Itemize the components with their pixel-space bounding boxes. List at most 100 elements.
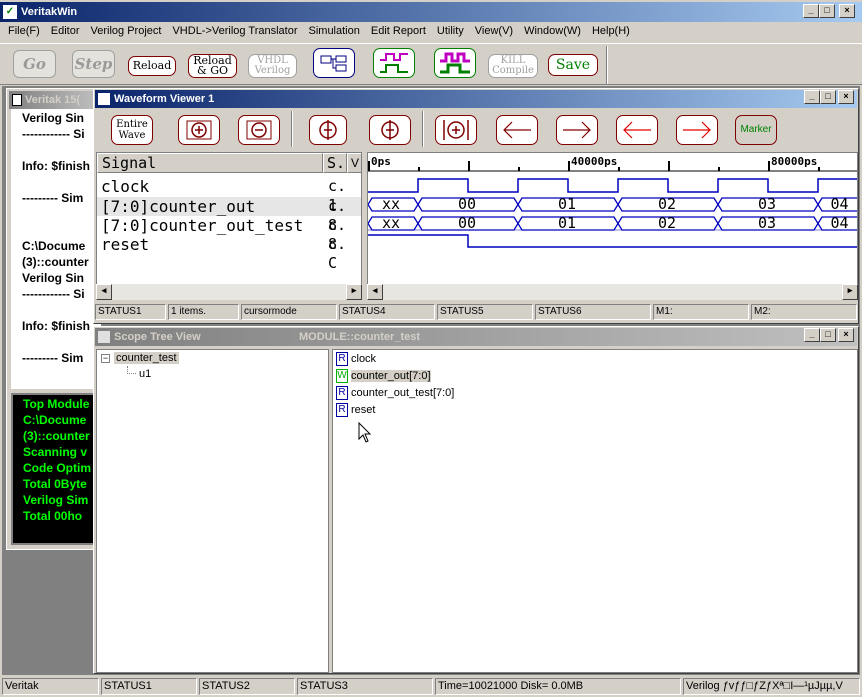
bus-value: 04	[830, 214, 849, 232]
signal-row-counter-out[interactable]: [7:0]counter_out	[101, 197, 255, 216]
status-2: STATUS2	[199, 678, 295, 695]
menu-editor[interactable]: Editor	[51, 25, 80, 41]
wave-scroll-left-button[interactable]: ◂	[367, 284, 383, 300]
go-button[interactable]: Go	[13, 50, 56, 78]
port-item-counter-out-test[interactable]: R counter_out_test[7:0]	[336, 386, 454, 400]
console-line: Total 00ho	[23, 509, 83, 523]
scope-close-button[interactable]: ×	[838, 328, 854, 342]
scroll-left-button[interactable]: ◂	[96, 284, 112, 300]
waveform-color-button[interactable]	[434, 48, 476, 78]
bus-value: 04	[830, 195, 849, 213]
port-name: counter_out_test[7:0]	[351, 387, 455, 399]
step-button[interactable]: Step	[72, 50, 115, 78]
scope-title: Scope Tree View	[114, 331, 201, 343]
waveform-title: Waveform Viewer 1	[114, 93, 215, 105]
vhdl-verilog-button[interactable]: VHDL Verilog	[248, 54, 297, 78]
menu-utility[interactable]: Utility	[437, 25, 464, 41]
app-logo-icon: ✓	[3, 5, 17, 19]
marker-button[interactable]: Marker	[735, 115, 777, 145]
port-item-counter-out[interactable]: W counter_out[7:0]	[336, 369, 431, 383]
tree-node-counter-test[interactable]: − counter_test	[101, 352, 179, 364]
status-3: STATUS3	[297, 678, 433, 695]
s-header[interactable]: S.	[323, 153, 347, 173]
waveform-button[interactable]	[373, 48, 415, 78]
time-label: 40000ps	[571, 155, 618, 168]
hierarchy-button[interactable]	[313, 48, 355, 78]
waveform-minimize-button[interactable]: _	[804, 90, 820, 104]
signal-hscrollbar[interactable]: ◂ ▸	[96, 284, 362, 300]
tree-node-u1[interactable]: u1	[139, 368, 151, 380]
cursor-left-button[interactable]	[496, 115, 538, 145]
console-titlebar: Veritak 15(	[9, 91, 98, 109]
waveform-maximize-button[interactable]: □	[820, 90, 836, 104]
reg-badge: R	[336, 386, 348, 400]
bus-value: 00	[458, 214, 477, 232]
waveform-titlebar: Waveform Viewer 1 _ □ ×	[95, 90, 857, 108]
log-line: Verilog Sin	[22, 111, 85, 125]
wave-scroll-right-button[interactable]: ▸	[842, 284, 858, 300]
zoom-in-button[interactable]	[178, 115, 220, 145]
console-line: Verilog Sim	[23, 493, 89, 507]
close-button[interactable]: ×	[839, 4, 855, 18]
arrow-right-icon	[563, 121, 591, 139]
scope-minimize-button[interactable]: _	[804, 328, 820, 342]
menu-verilog-project[interactable]: Verilog Project	[91, 25, 162, 41]
kill-compile-button[interactable]: KILL Compile	[488, 54, 538, 78]
zoom-fit-icon	[443, 120, 469, 140]
console-line: Total 0Byte	[23, 477, 87, 491]
signal-header[interactable]: Signal	[97, 153, 323, 173]
menu-edit-report[interactable]: Edit Report	[371, 25, 426, 41]
zoom-out-cursor-button[interactable]	[369, 115, 411, 145]
bus-value: 03	[758, 214, 777, 232]
maximize-button[interactable]: □	[819, 4, 835, 18]
signal-row-reset[interactable]: reset	[101, 235, 149, 254]
marker-right-button[interactable]	[676, 115, 718, 145]
hierarchy-icon	[320, 55, 347, 72]
collapse-icon[interactable]: −	[101, 353, 110, 363]
save-button[interactable]: Save	[548, 54, 598, 76]
v-header[interactable]: V	[347, 153, 361, 173]
status-app: Veritak	[2, 678, 99, 695]
entire-wave-button[interactable]: Entire Wave	[111, 115, 153, 145]
console-line: C:\Docume	[23, 413, 87, 427]
bus-value: 02	[658, 214, 677, 232]
app-statusbar: Veritak STATUS1 STATUS2 STATUS3 Time=100…	[0, 677, 862, 697]
tree-node-label: counter_test	[114, 352, 179, 364]
port-item-clock[interactable]: R clock	[336, 352, 376, 366]
signal-type: c. 8	[328, 197, 347, 234]
menu-view[interactable]: View(V)	[475, 25, 513, 41]
log-line: Info: $finish	[22, 159, 90, 173]
wave-status-1: STATUS1	[95, 304, 166, 320]
scope-ports-pane: R clock W counter_out[7:0] R counter_out…	[332, 349, 858, 673]
wave-svg	[368, 161, 857, 248]
wave-status-6: STATUS6	[535, 304, 651, 320]
menu-vhdl-translator[interactable]: VHDL->Verilog Translator	[172, 25, 297, 41]
reload-go-button[interactable]: Reload & GO	[188, 54, 237, 78]
console-window: Veritak 15( Verilog Sin ------------ Si …	[6, 88, 101, 550]
reload-button[interactable]: Reload	[128, 56, 176, 76]
cursor-right-button[interactable]	[556, 115, 598, 145]
scroll-right-button[interactable]: ▸	[346, 284, 362, 300]
time-label: 0ps	[371, 155, 391, 168]
log-line: --------- Sim	[22, 191, 84, 205]
minimize-button[interactable]: _	[803, 4, 819, 18]
marker-left-button[interactable]	[616, 115, 658, 145]
signal-row-clock[interactable]: clock	[101, 177, 149, 196]
zoom-fit-button[interactable]	[435, 115, 477, 145]
zoom-out-button[interactable]	[238, 115, 280, 145]
menu-simulation[interactable]: Simulation	[309, 25, 360, 41]
menu-help[interactable]: Help(H)	[592, 25, 630, 41]
signal-row-counter-out-test[interactable]: [7:0]counter_out_test	[101, 216, 303, 235]
log-line: ------------ Si	[22, 287, 85, 301]
zoom-in-cursor-button[interactable]	[309, 115, 347, 145]
waveform-close-button[interactable]: ×	[838, 90, 854, 104]
wave-hscrollbar[interactable]: ◂ ▸	[367, 284, 858, 300]
status-right: Verilog ƒvƒƒ□ƒZƒXª□I—¹µJµµ,V	[683, 678, 860, 695]
port-item-reset[interactable]: R reset	[336, 403, 375, 417]
console-line: Top Module	[23, 397, 90, 411]
log-line: C:\Docume	[22, 239, 86, 253]
menu-window[interactable]: Window(W)	[524, 25, 581, 41]
menu-file[interactable]: File(F)	[8, 25, 40, 41]
scope-maximize-button[interactable]: □	[820, 328, 836, 342]
zoom-in-cursor-icon	[319, 120, 337, 140]
